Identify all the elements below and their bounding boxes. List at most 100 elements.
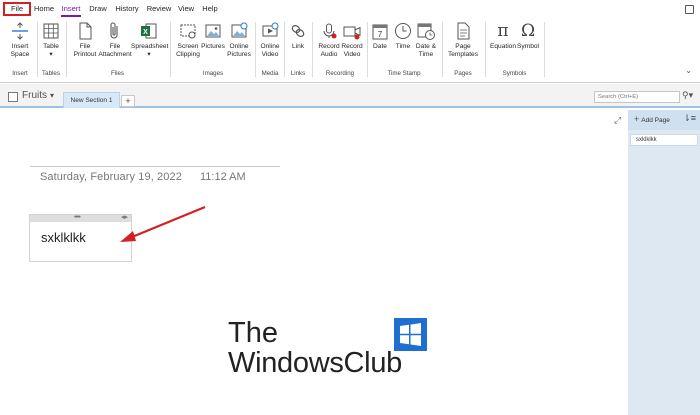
spreadsheet-label: Spreadsheet	[131, 43, 169, 50]
pictures-icon	[203, 21, 223, 41]
date-button[interactable]: 7 Date	[370, 21, 390, 51]
add-section-button[interactable]: +	[121, 95, 135, 107]
online-video-label: Online Video	[260, 43, 280, 58]
group-separator	[442, 22, 443, 77]
equation-button[interactable]: π Equation	[489, 21, 517, 51]
insert-space-button[interactable]: Insert Space	[6, 21, 34, 59]
microphone-icon	[319, 21, 339, 41]
group-label-pages: Pages	[454, 70, 472, 77]
table-icon	[41, 21, 61, 41]
tab-home[interactable]: Home	[33, 2, 55, 16]
page-list-pane: + Add Page ⇂≡ sxklklkk	[628, 110, 700, 415]
tab-view[interactable]: View	[176, 2, 196, 16]
add-page-label: Add Page	[641, 117, 670, 124]
group-separator	[255, 22, 256, 77]
clock-icon	[393, 21, 413, 41]
excel-icon: X	[139, 21, 159, 41]
online-pictures-icon	[229, 21, 249, 41]
group-label-media: Media	[261, 70, 279, 77]
online-pictures-label: Online Pictures	[227, 43, 251, 58]
group-separator	[485, 22, 486, 77]
search-icon[interactable]: ⚲▾	[682, 90, 693, 101]
date-time-button[interactable]: Date & Time	[414, 21, 438, 59]
notebook-name[interactable]: Fruits	[22, 90, 47, 101]
ribbon: Insert Space Insert Table ▾ Tables File …	[0, 18, 700, 83]
collapse-ribbon-icon[interactable]: ⌄	[685, 66, 692, 75]
insert-space-icon	[10, 21, 30, 41]
insert-space-label: Insert Space	[10, 43, 30, 58]
group-separator	[544, 22, 545, 77]
record-video-button[interactable]: Record Video	[340, 21, 364, 59]
tab-history[interactable]: History	[113, 2, 141, 16]
ribbon-tab-bar: File Home Insert Draw History Review Vie…	[0, 0, 700, 18]
page-templates-button[interactable]: Page Templates	[446, 21, 480, 59]
pi-icon: π	[497, 21, 509, 41]
notebook-icon[interactable]	[8, 92, 18, 102]
group-separator	[170, 22, 171, 77]
group-label-files: Files	[110, 70, 125, 77]
screen-clipping-icon	[178, 21, 198, 41]
screen-clipping-button[interactable]: Screen Clipping	[174, 21, 202, 59]
group-label-images: Images	[202, 70, 224, 77]
tab-insert[interactable]: Insert	[59, 2, 83, 17]
pictures-label: Pictures	[201, 43, 225, 50]
page-list-item[interactable]: sxklklkk	[630, 134, 698, 146]
page-list-header: + Add Page ⇂≡	[628, 110, 700, 130]
svg-text:X: X	[143, 29, 148, 36]
chevron-down-icon: ▾	[49, 51, 53, 58]
pictures-button[interactable]: Pictures	[200, 21, 226, 51]
online-video-button[interactable]: Online Video	[258, 21, 282, 59]
group-separator	[37, 22, 38, 77]
file-printout-button[interactable]: File Printout	[70, 21, 100, 59]
table-label: Table	[43, 43, 59, 50]
tab-draw[interactable]: Draw	[87, 2, 109, 16]
page-templates-icon	[453, 21, 473, 41]
table-button[interactable]: Table ▾	[40, 21, 62, 59]
group-label-recording: Recording	[325, 70, 355, 77]
omega-icon: Ω	[520, 21, 536, 41]
spreadsheet-button[interactable]: X Spreadsheet ▾	[131, 21, 169, 59]
tab-file[interactable]: File	[3, 2, 31, 16]
file-attachment-label: File Attachment	[98, 43, 132, 58]
section-tab-new-section-1[interactable]: New Section 1	[63, 92, 120, 108]
svg-text:7: 7	[378, 30, 383, 39]
screen-clipping-label: Screen Clipping	[176, 43, 200, 58]
time-label: Time	[395, 43, 411, 50]
link-icon	[288, 21, 308, 41]
group-label-insert: Insert	[12, 70, 28, 77]
sort-icon[interactable]: ⇂≡	[683, 113, 696, 124]
link-button[interactable]: Link	[287, 21, 309, 51]
record-audio-button[interactable]: Record Audio	[316, 21, 342, 59]
search-input[interactable]: Search (Ctrl+E)	[594, 91, 680, 103]
page-templates-label: Page Templates	[447, 43, 479, 58]
page-canvas[interactable]: ⤢ Saturday, February 19, 2022 11:12 AM •…	[0, 110, 628, 415]
group-label-time-stamp: Time Stamp	[387, 70, 421, 77]
add-page-button[interactable]: + Add Page	[634, 114, 670, 124]
date-time-label: Date & Time	[415, 43, 437, 58]
group-separator	[284, 22, 285, 77]
file-attachment-button[interactable]: File Attachment	[97, 21, 133, 59]
plus-icon: +	[634, 114, 640, 124]
chevron-down-icon[interactable]: ▾	[50, 91, 54, 100]
record-video-label: Record Video	[341, 43, 363, 58]
ribbon-display-options-icon[interactable]	[685, 5, 694, 14]
watermark-line-2: WindowsClub	[228, 347, 402, 379]
equation-label: Equation	[489, 43, 517, 50]
tab-help[interactable]: Help	[200, 2, 220, 16]
group-separator	[66, 22, 67, 77]
file-printout-icon	[75, 21, 95, 41]
file-printout-label: File Printout	[73, 43, 97, 58]
video-camera-icon	[342, 21, 362, 41]
chevron-down-icon: ▾	[147, 51, 151, 58]
time-button[interactable]: Time	[392, 21, 414, 51]
group-label-links: Links	[290, 70, 306, 77]
link-label: Link	[291, 43, 305, 50]
online-video-icon	[260, 21, 280, 41]
calendar-clock-icon	[416, 21, 436, 41]
watermark-line-1: The	[228, 317, 278, 349]
record-audio-label: Record Audio	[318, 43, 340, 58]
symbol-button[interactable]: Ω Symbol	[516, 21, 540, 51]
symbol-label: Symbol	[517, 43, 539, 50]
tab-review[interactable]: Review	[146, 2, 172, 16]
online-pictures-button[interactable]: Online Pictures	[226, 21, 252, 59]
